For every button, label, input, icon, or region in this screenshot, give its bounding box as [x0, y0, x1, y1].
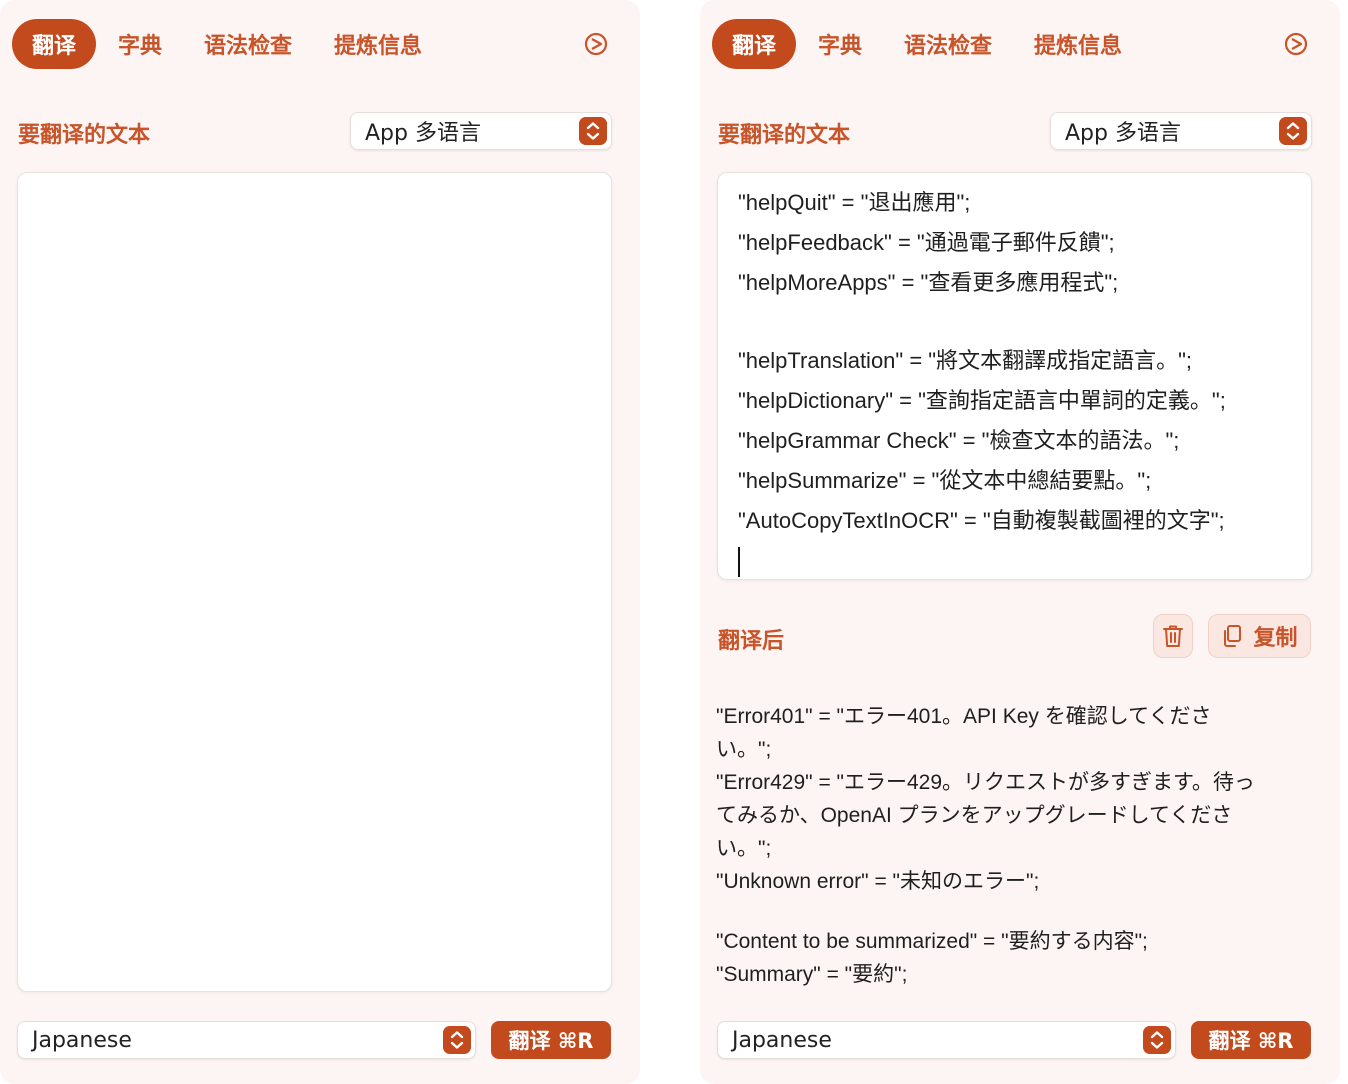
result-line: てみるか、OpenAI プランをアップグレードしてくださ: [716, 804, 1233, 827]
source-line: "helpMoreApps" = "查看更多應用程式";: [738, 270, 1119, 295]
settings-icon[interactable]: [582, 30, 610, 58]
tab-bar: 翻译 字典 语法检查 提炼信息: [712, 18, 1144, 70]
result-line: "Error401" = "エラー401。API Key を確認してくださ: [716, 705, 1212, 728]
source-text-input[interactable]: [17, 172, 612, 992]
trash-icon: [1163, 625, 1183, 647]
target-language-select[interactable]: Japanese: [717, 1021, 1176, 1059]
tab-grammar-check[interactable]: 语法检查: [884, 19, 1012, 69]
tab-summarize[interactable]: 提炼信息: [314, 19, 442, 69]
text-cursor: [738, 541, 1301, 581]
target-language-select[interactable]: Japanese: [17, 1021, 476, 1059]
tab-dictionary[interactable]: 字典: [798, 19, 882, 69]
left-panel: 翻译 字典 语法检查 提炼信息 要翻译的文本 App 多语言 Japanese: [0, 0, 640, 1084]
source-line: "helpSummarize" = "從文本中總結要點。";: [738, 468, 1152, 493]
translate-button[interactable]: 翻译 ⌘R: [1191, 1021, 1311, 1059]
result-line: い。";: [716, 738, 772, 761]
clear-button[interactable]: [1153, 614, 1193, 658]
source-line: "helpDictionary" = "查詢指定語言中單詞的定義。";: [738, 388, 1226, 413]
app-window: 翻译 字典 语法检查 提炼信息 要翻译的文本 App 多语言 Japanese: [0, 0, 1348, 1084]
source-section-title: 要翻译的文本: [718, 123, 851, 148]
tab-dictionary[interactable]: 字典: [98, 19, 182, 69]
tab-translate[interactable]: 翻译: [712, 19, 797, 69]
tab-grammar-check[interactable]: 语法检查: [184, 19, 312, 69]
source-line: [738, 303, 1301, 341]
target-language-value: Japanese: [732, 1027, 832, 1053]
result-line: "Unknown error" = "未知のエラー";: [716, 870, 1040, 893]
result-line: "Content to be summarized" = "要約する内容";: [716, 930, 1148, 953]
result-line: "Summary" = "要約";: [716, 963, 908, 986]
source-line: "helpTranslation" = "將文本翻譯成指定語言。";: [738, 348, 1193, 373]
result-line: い。";: [716, 837, 772, 860]
source-line: "helpFeedback" = "通過電子郵件反饋";: [738, 230, 1115, 255]
select-stepper-icon: [1279, 117, 1307, 145]
right-panel: 翻译 字典 语法检查 提炼信息 要翻译的文本 App 多语言 "helpQuit…: [700, 0, 1340, 1084]
mode-select[interactable]: App 多语言: [1050, 112, 1312, 150]
mode-select-value: App 多语言: [365, 121, 481, 146]
source-line: "AutoCopyTextInOCR" = "自動複製截圖裡的文字";: [738, 508, 1225, 533]
source-section-title: 要翻译的文本: [18, 123, 151, 148]
copy-button[interactable]: 复制: [1208, 614, 1311, 658]
source-line: "helpGrammar Check" = "檢查文本的語法。";: [738, 428, 1180, 453]
select-stepper-icon: [579, 117, 607, 145]
select-stepper-icon: [443, 1026, 471, 1054]
copy-button-label: 复制: [1253, 626, 1298, 651]
tab-summarize[interactable]: 提炼信息: [1014, 19, 1142, 69]
tab-translate[interactable]: 翻译: [12, 19, 97, 69]
tab-bar: 翻译 字典 语法检查 提炼信息: [12, 18, 444, 70]
result-line: "Error429" = "エラー429。リクエストが多すぎます。待っ: [716, 771, 1255, 794]
source-line: "helpQuit" = "退出應用";: [738, 190, 971, 215]
text-caret: [738, 547, 740, 577]
translation-result: "Error401" = "エラー401。API Key を確認してくださ い。…: [716, 700, 1316, 991]
settings-icon[interactable]: [1282, 30, 1310, 58]
translate-button[interactable]: 翻译 ⌘R: [491, 1021, 611, 1059]
mode-select[interactable]: App 多语言: [350, 112, 612, 150]
source-text-input[interactable]: "helpQuit" = "退出應用"; "helpFeedback" = "通…: [717, 172, 1312, 580]
select-stepper-icon: [1143, 1026, 1171, 1054]
mode-select-value: App 多语言: [1065, 121, 1181, 146]
target-language-value: Japanese: [32, 1027, 132, 1053]
source-text-content: "helpQuit" = "退出應用"; "helpFeedback" = "通…: [738, 183, 1301, 581]
copy-icon: [1224, 625, 1242, 647]
result-section-title: 翻译后: [718, 629, 785, 654]
result-line: [716, 898, 1316, 925]
